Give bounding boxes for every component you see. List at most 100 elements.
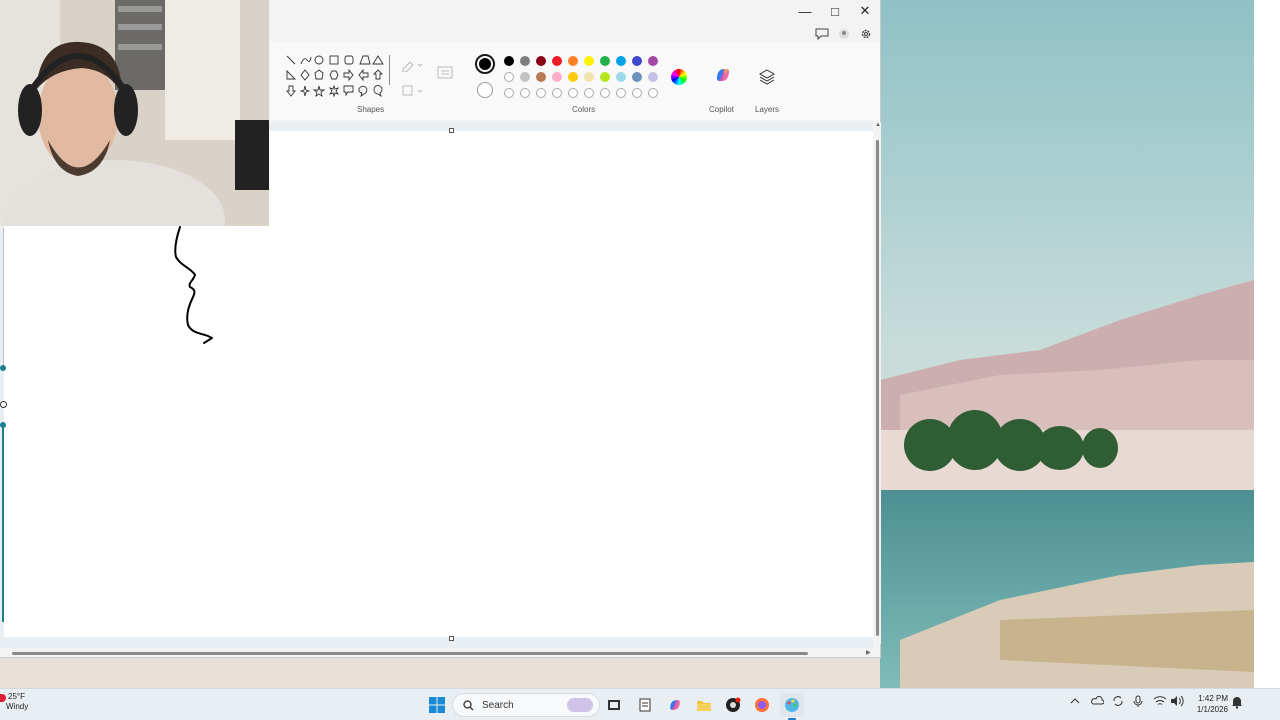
- color1-selector[interactable]: [475, 54, 495, 74]
- custom-color-slot[interactable]: [568, 88, 578, 98]
- custom-color-slot[interactable]: [632, 88, 642, 98]
- custom-color-slot[interactable]: [504, 88, 514, 98]
- oval-callout-shape-icon[interactable]: [358, 85, 368, 98]
- color-swatch[interactable]: [568, 72, 578, 82]
- curve-shape-icon[interactable]: [300, 56, 312, 65]
- five-point-star-shape-icon[interactable]: [312, 85, 326, 98]
- six-point-star-shape-icon[interactable]: [328, 84, 340, 98]
- triangle-shape-icon[interactable]: [372, 55, 384, 65]
- hexagon-shape-icon[interactable]: [329, 70, 339, 80]
- sync-tray-icon[interactable]: [1111, 695, 1125, 710]
- color-swatch[interactable]: [584, 56, 594, 66]
- color-swatch[interactable]: [648, 56, 658, 66]
- feedback-icon[interactable]: [814, 26, 830, 42]
- right-triangle-shape-icon[interactable]: [286, 69, 297, 80]
- show-hidden-icons-chevron-icon[interactable]: [1070, 697, 1080, 708]
- right-arrow-shape-icon[interactable]: [343, 68, 354, 82]
- side-slider-thumb[interactable]: [0, 365, 6, 371]
- custom-color-slot[interactable]: [648, 88, 658, 98]
- color-swatch[interactable]: [552, 56, 562, 66]
- color1-swatch: [479, 58, 491, 70]
- taskbar-search[interactable]: Search: [452, 693, 600, 717]
- vertical-scrollbar-thumb[interactable]: [876, 140, 879, 636]
- taskbar-app-notepad[interactable]: [633, 693, 657, 717]
- horizontal-scrollbar[interactable]: ▶: [0, 649, 873, 657]
- copilot-button[interactable]: [713, 65, 733, 85]
- color-swatch[interactable]: [536, 72, 546, 82]
- oval-shape-icon[interactable]: [314, 55, 324, 65]
- shapes-scroll-indicator[interactable]: [389, 55, 390, 85]
- up-arrow-shape-icon[interactable]: [372, 69, 384, 80]
- color-swatch[interactable]: [616, 72, 626, 82]
- color-swatch[interactable]: [632, 56, 642, 66]
- custom-color-slot[interactable]: [536, 88, 546, 98]
- down-arrow-shape-icon[interactable]: [286, 85, 296, 97]
- pentagon-shape-icon[interactable]: [314, 69, 324, 80]
- onedrive-tray-icon[interactable]: [1090, 695, 1105, 710]
- minimize-button[interactable]: —: [790, 0, 820, 22]
- line-shape-icon[interactable]: [286, 55, 296, 65]
- custom-color-slot[interactable]: [520, 88, 530, 98]
- side-toggle-icon[interactable]: [0, 401, 7, 408]
- copilot-taskbar-icon: [670, 700, 680, 710]
- rounded-rectangle-shape-icon[interactable]: [344, 55, 354, 65]
- rectangle-callout-shape-icon[interactable]: [343, 85, 354, 97]
- layers-button[interactable]: [758, 68, 776, 86]
- shapes-gallery[interactable]: [286, 55, 388, 103]
- microphone-tray-icon[interactable]: [1133, 695, 1143, 710]
- layers-icon: [758, 69, 776, 85]
- start-button[interactable]: [425, 693, 449, 717]
- taskbar-app-obs[interactable]: [721, 693, 745, 717]
- color-swatch[interactable]: [600, 56, 610, 66]
- taskbar-app-file-explorer[interactable]: [692, 693, 716, 717]
- diamond-shape-icon[interactable]: [300, 69, 310, 81]
- custom-color-slot[interactable]: [616, 88, 626, 98]
- search-highlight-icon: [567, 698, 593, 712]
- color-swatch[interactable]: [600, 72, 610, 82]
- colors-group-label: Colors: [572, 105, 596, 114]
- copilot-icon: [717, 69, 729, 81]
- canvas-resize-handle-bottom[interactable]: [449, 636, 454, 641]
- notifications-bell-icon[interactable]: [1231, 695, 1243, 712]
- taskbar-clock[interactable]: 1:42 PM 1/1/2026: [1186, 693, 1228, 715]
- wifi-tray-icon[interactable]: [1153, 695, 1167, 710]
- color-swatch[interactable]: [616, 56, 626, 66]
- four-point-star-shape-icon[interactable]: [299, 85, 311, 97]
- color-swatch[interactable]: [584, 72, 594, 82]
- color-swatch[interactable]: [568, 56, 578, 66]
- color-swatch[interactable]: [536, 56, 546, 66]
- custom-color-slot[interactable]: [584, 88, 594, 98]
- edit-colors-icon[interactable]: [671, 69, 687, 85]
- volume-tray-icon[interactable]: [1170, 695, 1184, 710]
- brush-size-icon: [437, 66, 455, 80]
- color-swatch[interactable]: [632, 72, 642, 82]
- scroll-up-icon[interactable]: ▲: [875, 122, 881, 128]
- side-slider-track[interactable]: [2, 426, 4, 622]
- color-swatch[interactable]: [504, 72, 514, 82]
- rectangle-shape-icon[interactable]: [329, 55, 339, 65]
- taskbar-app-copilot[interactable]: [663, 693, 687, 717]
- polygon-shape-icon[interactable]: [359, 55, 371, 65]
- custom-color-slot[interactable]: [600, 88, 610, 98]
- color-swatch[interactable]: [504, 56, 514, 66]
- weather-widget[interactable]: 25°F Windy: [6, 692, 28, 712]
- color-swatch[interactable]: [520, 56, 530, 66]
- settings-gear-icon[interactable]: [858, 26, 874, 42]
- color-swatch[interactable]: [648, 72, 658, 82]
- color2-selector[interactable]: [477, 82, 493, 98]
- taskbar-app-firefox[interactable]: [750, 693, 774, 717]
- taskbar-app-paint[interactable]: [780, 693, 804, 720]
- close-button[interactable]: ✕: [850, 0, 880, 22]
- left-arrow-shape-icon[interactable]: [358, 68, 369, 82]
- color-swatch[interactable]: [520, 72, 530, 82]
- scroll-right-icon[interactable]: ▶: [866, 649, 871, 656]
- task-view-button[interactable]: [602, 693, 626, 717]
- canvas-resize-handle-top[interactable]: [449, 128, 454, 133]
- horizontal-scrollbar-thumb[interactable]: [12, 652, 808, 655]
- vertical-scrollbar[interactable]: ▲: [874, 122, 881, 644]
- maximize-button[interactable]: □: [820, 0, 850, 22]
- custom-color-slot[interactable]: [552, 88, 562, 98]
- color-swatch[interactable]: [552, 72, 562, 82]
- account-icon[interactable]: [836, 26, 852, 42]
- cloud-callout-shape-icon[interactable]: [373, 85, 383, 98]
